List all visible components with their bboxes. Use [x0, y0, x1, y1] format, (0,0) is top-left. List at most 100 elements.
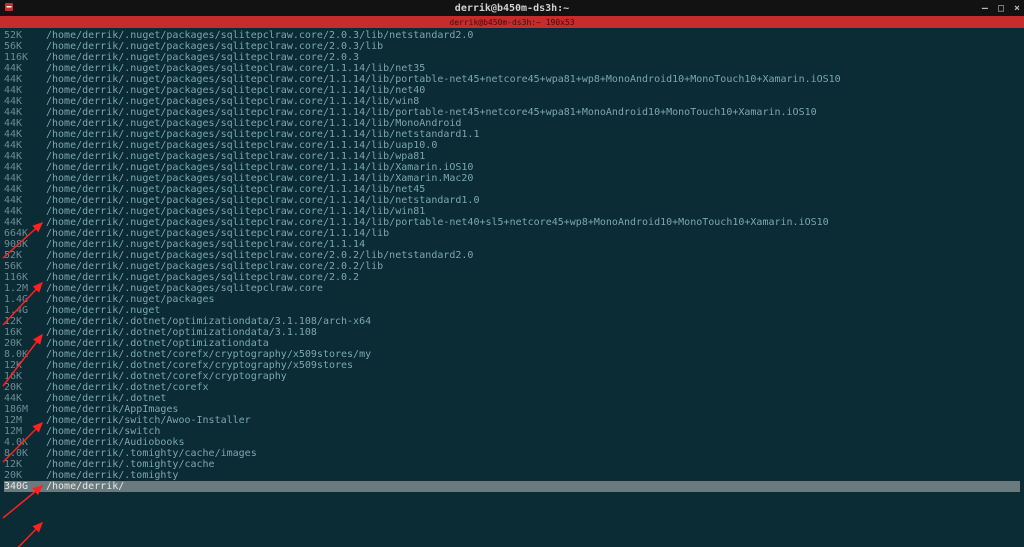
session-banner: derrik@b450m-ds3h:~ 190x53	[0, 16, 1024, 28]
output-row: 44K/home/derrik/.nuget/packages/sqlitepc…	[4, 217, 1020, 228]
size-value: 8.0K	[4, 349, 46, 360]
output-row: 1.4G/home/derrik/.nuget	[4, 305, 1020, 316]
output-row: 44K/home/derrik/.nuget/packages/sqlitepc…	[4, 173, 1020, 184]
output-row: 44K/home/derrik/.nuget/packages/sqlitepc…	[4, 140, 1020, 151]
path-value: /home/derrik/.nuget/packages/sqlitepclra…	[46, 162, 473, 173]
output-row: 186M/home/derrik/AppImages	[4, 404, 1020, 415]
output-row: 12M/home/derrik/switch/Awoo-Installer	[4, 415, 1020, 426]
path-value: /home/derrik/.nuget/packages/sqlitepclra…	[46, 85, 425, 96]
output-row: 20K/home/derrik/.dotnet/corefx	[4, 382, 1020, 393]
output-row: 116K/home/derrik/.nuget/packages/sqlitep…	[4, 272, 1020, 283]
size-value: 908K	[4, 239, 46, 250]
size-value: 4.0K	[4, 437, 46, 448]
path-value: /home/derrik/.nuget/packages/sqlitepclra…	[46, 118, 461, 129]
path-value: /home/derrik/.nuget/packages/sqlitepclra…	[46, 261, 383, 272]
size-value: 44K	[4, 140, 46, 151]
size-value: 1.4G	[4, 305, 46, 316]
path-value: /home/derrik/.tomighty/cache	[46, 459, 215, 470]
path-value: /home/derrik/.nuget/packages/sqlitepclra…	[46, 74, 841, 85]
output-row: 44K/home/derrik/.nuget/packages/sqlitepc…	[4, 206, 1020, 217]
output-row: 908K/home/derrik/.nuget/packages/sqlitep…	[4, 239, 1020, 250]
output-row: 1.2M/home/derrik/.nuget/packages/sqlitep…	[4, 283, 1020, 294]
output-row: 340G/home/derrik/	[4, 481, 1020, 492]
size-value: 44K	[4, 195, 46, 206]
size-value: 16K	[4, 371, 46, 382]
size-value: 116K	[4, 52, 46, 63]
size-value: 12K	[4, 459, 46, 470]
output-row: 20K/home/derrik/.tomighty	[4, 470, 1020, 481]
size-value: 186M	[4, 404, 46, 415]
output-row: 52K/home/derrik/.nuget/packages/sqlitepc…	[4, 30, 1020, 41]
output-row: 44K/home/derrik/.nuget/packages/sqlitepc…	[4, 85, 1020, 96]
path-value: /home/derrik/.nuget/packages/sqlitepclra…	[46, 96, 419, 107]
size-value: 664K	[4, 228, 46, 239]
path-value: /home/derrik/.nuget/packages/sqlitepclra…	[46, 63, 425, 74]
output-row: 12K/home/derrik/.dotnet/corefx/cryptogra…	[4, 360, 1020, 371]
size-value: 56K	[4, 261, 46, 272]
size-value: 12M	[4, 415, 46, 426]
size-value: 44K	[4, 107, 46, 118]
size-value: 52K	[4, 30, 46, 41]
output-row: 44K/home/derrik/.nuget/packages/sqlitepc…	[4, 195, 1020, 206]
size-value: 44K	[4, 96, 46, 107]
window-titlebar[interactable]: derrik@b450m-ds3h:~ — □ ×	[0, 0, 1024, 16]
size-value: 44K	[4, 393, 46, 404]
size-value: 44K	[4, 162, 46, 173]
size-value: 12M	[4, 426, 46, 437]
output-row: 44K/home/derrik/.nuget/packages/sqlitepc…	[4, 162, 1020, 173]
size-value: 20K	[4, 338, 46, 349]
path-value: /home/derrik/.nuget/packages/sqlitepclra…	[46, 283, 323, 294]
path-value: /home/derrik/.nuget/packages/sqlitepclra…	[46, 140, 437, 151]
maximize-button[interactable]: □	[998, 3, 1004, 14]
window-title: derrik@b450m-ds3h:~	[455, 3, 569, 14]
output-row: 44K/home/derrik/.nuget/packages/sqlitepc…	[4, 107, 1020, 118]
size-value: 44K	[4, 173, 46, 184]
path-value: /home/derrik/.dotnet/corefx/cryptography…	[46, 360, 353, 371]
path-value: /home/derrik/.nuget/packages/sqlitepclra…	[46, 195, 479, 206]
path-value: /home/derrik/.dotnet/optimizationdata/3.…	[46, 327, 317, 338]
path-value: /home/derrik/.nuget/packages/sqlitepclra…	[46, 228, 389, 239]
minimize-button[interactable]: —	[982, 3, 988, 14]
output-row: 664K/home/derrik/.nuget/packages/sqlitep…	[4, 228, 1020, 239]
size-value: 44K	[4, 206, 46, 217]
output-row: 1.4G/home/derrik/.nuget/packages	[4, 294, 1020, 305]
size-value: 340G	[4, 481, 46, 492]
path-value: /home/derrik/.nuget/packages/sqlitepclra…	[46, 107, 817, 118]
size-value: 44K	[4, 184, 46, 195]
path-value: /home/derrik/Audiobooks	[46, 437, 184, 448]
size-value: 44K	[4, 151, 46, 162]
output-row: 44K/home/derrik/.dotnet	[4, 393, 1020, 404]
output-row: 16K/home/derrik/.dotnet/optimizationdata…	[4, 327, 1020, 338]
path-value: /home/derrik/.dotnet/corefx	[46, 382, 209, 393]
path-value: /home/derrik/.nuget/packages/sqlitepclra…	[46, 184, 425, 195]
output-row: 44K/home/derrik/.nuget/packages/sqlitepc…	[4, 118, 1020, 129]
size-value: 20K	[4, 470, 46, 481]
path-value: /home/derrik/.tomighty	[46, 470, 178, 481]
path-value: /home/derrik/.nuget/packages/sqlitepclra…	[46, 52, 359, 63]
output-row: 44K/home/derrik/.nuget/packages/sqlitepc…	[4, 151, 1020, 162]
terminal-window: derrik@b450m-ds3h:~ — □ × derrik@b450m-d…	[0, 0, 1024, 547]
size-value: 44K	[4, 63, 46, 74]
size-value: 52K	[4, 250, 46, 261]
path-value: /home/derrik/AppImages	[46, 404, 178, 415]
path-value: /home/derrik/.dotnet/corefx/cryptography…	[46, 349, 371, 360]
path-value: /home/derrik/.nuget/packages/sqlitepclra…	[46, 217, 829, 228]
path-value: /home/derrik/.nuget/packages/sqlitepclra…	[46, 239, 365, 250]
terminal-viewport[interactable]: 52K/home/derrik/.nuget/packages/sqlitepc…	[0, 28, 1024, 547]
size-value: 44K	[4, 85, 46, 96]
app-icon	[4, 2, 14, 12]
path-value: /home/derrik/.nuget/packages/sqlitepclra…	[46, 151, 425, 162]
size-value: 44K	[4, 217, 46, 228]
close-button[interactable]: ×	[1014, 3, 1020, 14]
size-value: 44K	[4, 118, 46, 129]
size-value: 12K	[4, 360, 46, 371]
path-value: /home/derrik/.nuget/packages/sqlitepclra…	[46, 129, 479, 140]
path-value: /home/derrik/.nuget/packages/sqlitepclra…	[46, 30, 473, 41]
output-row: 16K/home/derrik/.dotnet/corefx/cryptogra…	[4, 371, 1020, 382]
path-value: /home/derrik/switch	[46, 426, 160, 437]
size-value: 44K	[4, 129, 46, 140]
path-value: /home/derrik/.nuget	[46, 305, 160, 316]
output-row: 12K/home/derrik/.dotnet/optimizationdata…	[4, 316, 1020, 327]
path-value: /home/derrik/.nuget/packages/sqlitepclra…	[46, 41, 383, 52]
output-row: 44K/home/derrik/.nuget/packages/sqlitepc…	[4, 129, 1020, 140]
